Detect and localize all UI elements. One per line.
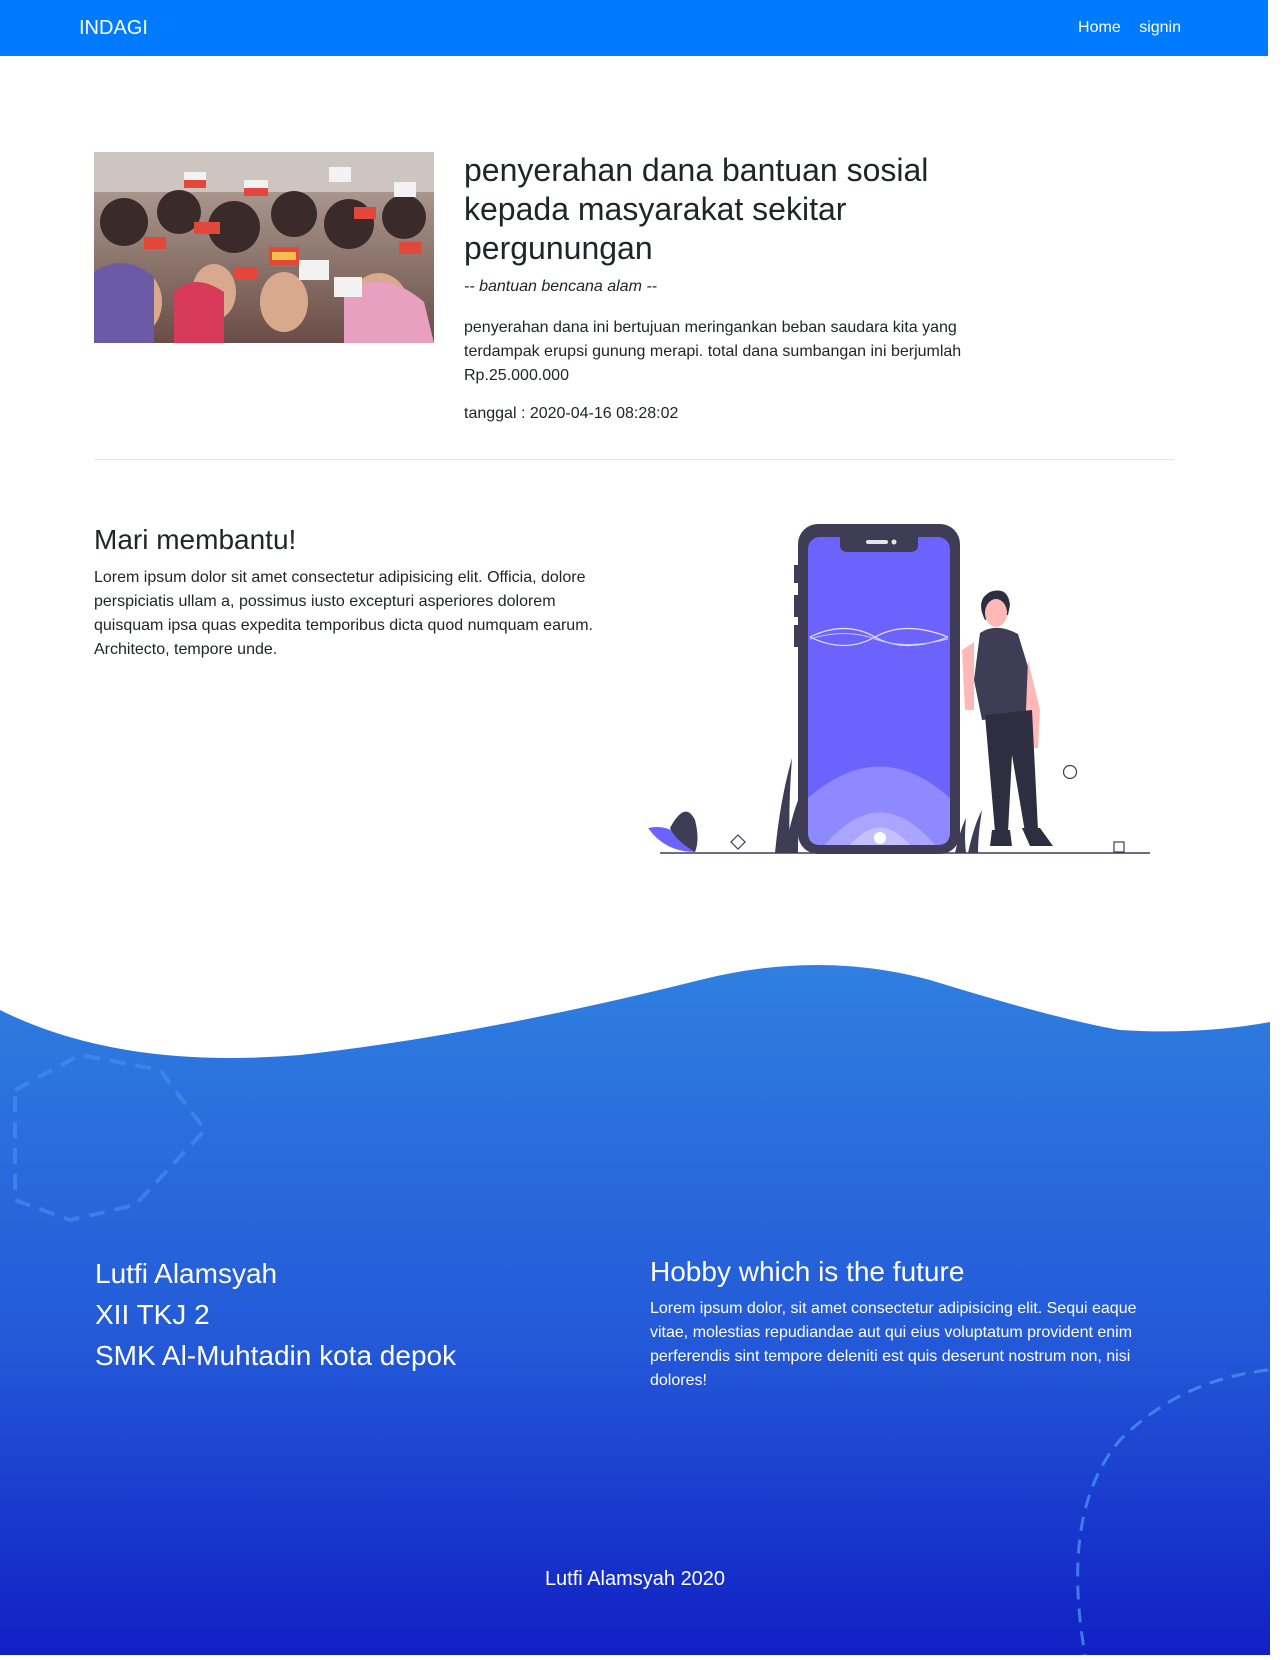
owner-school: SMK Al-Muhtadin kota depok — [95, 1340, 457, 1371]
help-description: Lorem ipsum dolor sit amet consectetur a… — [94, 569, 593, 658]
copyright: Lutfi Alamsyah 2020 — [544, 1568, 726, 1590]
hobby-title: Hobby which is the future — [650, 1256, 965, 1287]
news-photo — [94, 152, 434, 343]
nav-links: Home signin — [1064, 19, 1181, 37]
owner-info: Lutfi Alamsyah XII TKJ 2 SMK Al-Muhtadin… — [95, 1253, 456, 1376]
nav-link-home[interactable]: Home — [1078, 19, 1121, 36]
owner-class: XII TKJ 2 — [95, 1299, 210, 1330]
section-divider — [94, 459, 1174, 460]
hobby-description: Lorem ipsum dolor, sit amet consectetur … — [650, 1300, 1137, 1389]
news-date: tanggal : 2020-04-16 08:28:02 — [464, 405, 679, 422]
owner-name: Lutfi Alamsyah — [95, 1258, 278, 1289]
nav-link-signin[interactable]: signin — [1139, 19, 1181, 36]
news-subtitle: -- bantuan bencana alam -- — [464, 278, 657, 295]
navbar: INDAGI Home signin — [0, 0, 1268, 56]
help-title: Mari membantu! — [94, 524, 297, 555]
brand-logo[interactable]: INDAGI — [79, 17, 148, 40]
phone-person-illustration — [640, 510, 1160, 860]
news-title: penyerahan dana bantuan sosial kepada ma… — [464, 152, 929, 266]
news-description: penyerahan dana ini bertujuan meringanka… — [464, 319, 962, 384]
